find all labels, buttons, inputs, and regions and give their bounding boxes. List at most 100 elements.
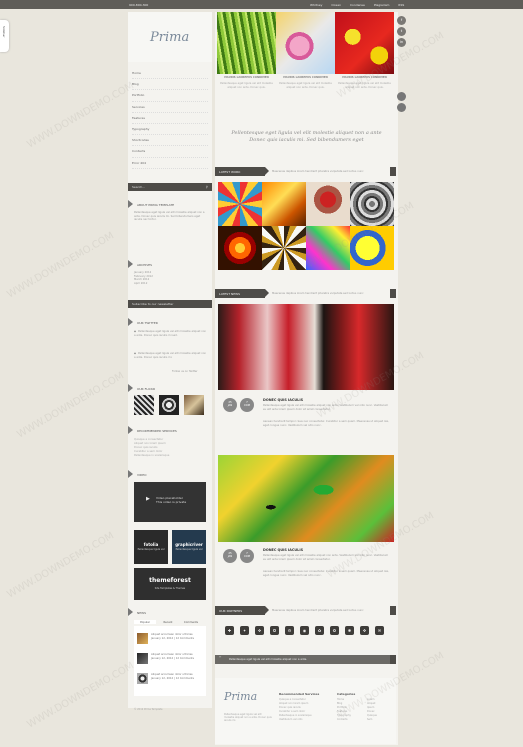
portfolio-thumb[interactable] xyxy=(306,182,350,226)
nav-item[interactable]: Blog xyxy=(132,79,208,91)
slider-next-icon[interactable] xyxy=(397,103,406,112)
partner-icon[interactable]: ✱ xyxy=(345,626,354,635)
top-link[interactable]: Whitney xyxy=(310,3,322,7)
archives-widget-title: Archives xyxy=(128,260,212,269)
portfolio-thumb[interactable] xyxy=(350,182,394,226)
tab-popular[interactable]: Popular xyxy=(134,620,156,624)
ad-banner-themeforest[interactable]: themeforest Site Templates & Themes xyxy=(134,568,206,600)
partner-icon[interactable]: ⚙ xyxy=(285,626,294,635)
news-meta: January 12, 2012 | 12 Comments xyxy=(151,656,194,660)
post-image[interactable] xyxy=(218,455,394,542)
flickr-thumb[interactable] xyxy=(184,395,204,415)
footer-link[interactable]: Sem xyxy=(367,718,377,722)
nav-item[interactable]: Typography xyxy=(132,124,208,136)
partners-header: Our Partners Maecenas dapibus lorem hend… xyxy=(215,606,396,615)
top-bar: 900-800-300 Whitney Ocean Condense Plagi… xyxy=(0,0,523,9)
partner-icon[interactable]: ✿ xyxy=(315,626,324,635)
footer-logo[interactable]: Prima xyxy=(224,690,257,703)
footer-services-title: Recommended Services xyxy=(279,692,320,696)
post-title[interactable]: Donec quis iaculis xyxy=(263,548,303,552)
section-arrow[interactable] xyxy=(390,606,396,615)
nav-item[interactable]: Portfolio xyxy=(132,90,208,102)
search-icon[interactable]: ⚲ xyxy=(206,185,208,189)
search-input[interactable]: Search... ⚲ xyxy=(128,183,212,191)
news-title: Aliquet accumsan dolor ultricies xyxy=(151,653,193,656)
follow-link[interactable]: Follow us on Twitter xyxy=(172,370,212,374)
nav-item[interactable]: Features xyxy=(132,113,208,124)
partner-icon[interactable]: ✦ xyxy=(240,626,249,635)
top-link[interactable]: Condense xyxy=(350,3,365,7)
top-link[interactable]: RSS xyxy=(398,3,404,7)
play-icon[interactable]: ▶ xyxy=(146,496,150,502)
hero-images xyxy=(217,12,394,74)
section-arrow[interactable] xyxy=(390,289,396,298)
logo[interactable]: Prima xyxy=(128,12,212,62)
top-link[interactable]: Ocean xyxy=(331,3,341,7)
service-link[interactable]: Pellentesque in scelerisque xyxy=(134,454,206,458)
list-item[interactable]: Aliquet accumsan dolor ultricies January … xyxy=(137,652,203,666)
subscribe-placeholder: Subscribe to our newsletter xyxy=(132,302,174,306)
style-switcher-label: Sidebar xyxy=(2,26,6,38)
list-item[interactable]: Aliquet accumsan dolor ultricies January … xyxy=(137,672,203,686)
post-title[interactable]: Donec quis iaculis xyxy=(263,398,303,402)
partner-icon[interactable]: ✉ xyxy=(375,626,384,635)
partner-icon[interactable]: ✚ xyxy=(225,626,234,635)
partner-icon[interactable]: ❖ xyxy=(255,626,264,635)
post-comments-badge[interactable]: 7 COM xyxy=(240,549,254,563)
flickr-thumb[interactable] xyxy=(134,395,154,415)
feature-block: MAURIS LAOREEUS CONDIMEN Pellentesque eg… xyxy=(217,76,276,89)
video-player[interactable]: ▶ Video placeholder This video is privat… xyxy=(134,482,206,522)
portfolio-thumb[interactable] xyxy=(262,226,306,270)
footer-link[interactable]: Vestibulum vel odio xyxy=(279,718,312,722)
tab-recent[interactable]: Recent xyxy=(157,620,179,624)
quote-banner: “ Pellentesque eget ligula vel elit mole… xyxy=(215,655,396,664)
feature-label[interactable]: MAURIS LAOREEUS CONDIMEN xyxy=(335,76,394,79)
slider-prev-icon[interactable] xyxy=(397,92,406,101)
twitter-icon[interactable]: t xyxy=(397,27,406,36)
nav-item[interactable]: Error 404 xyxy=(132,158,208,169)
tab-comments[interactable]: Comments xyxy=(180,620,202,624)
nav-item[interactable]: Shortcodes xyxy=(132,135,208,147)
phone-number: 900-800-300 xyxy=(129,3,149,7)
nav-item[interactable]: Home xyxy=(132,68,208,80)
post-comments-badge[interactable]: 7 COM xyxy=(240,398,254,412)
about-widget-text: Pellentesque eget ligula vel elit molest… xyxy=(134,211,205,222)
partner-icon[interactable]: ✥ xyxy=(360,626,369,635)
nav-item[interactable]: Contacts xyxy=(132,146,208,158)
portfolio-thumb[interactable] xyxy=(262,182,306,226)
portfolio-thumb[interactable] xyxy=(218,182,262,226)
nav-item[interactable]: Services xyxy=(132,102,208,113)
subscribe-input[interactable]: Subscribe to our newsletter xyxy=(128,300,212,308)
hero-image[interactable] xyxy=(217,12,276,74)
hero-image[interactable] xyxy=(335,12,394,74)
archive-link[interactable]: April 2012 xyxy=(134,282,206,286)
section-description: Maecenas dapibus lorem hendrerit pharetr… xyxy=(272,609,364,612)
feature-text: Pellentesque eget ligula vel elit molest… xyxy=(279,82,332,89)
logo-text: Prima xyxy=(150,30,190,45)
feature-label[interactable]: MAURIS LAOREEUS CONDIMEN xyxy=(217,76,276,79)
portfolio-thumb[interactable] xyxy=(218,226,262,270)
portfolio-thumb[interactable] xyxy=(350,226,394,270)
footer-link[interactable]: Contacts xyxy=(337,718,351,722)
section-arrow[interactable] xyxy=(390,167,396,176)
post-comments-label: COM xyxy=(243,404,251,407)
post-image[interactable] xyxy=(218,304,394,390)
partner-icon[interactable]: ✪ xyxy=(270,626,279,635)
post-date-badge: 25 JAN xyxy=(223,549,237,563)
ad-banner-graphicriver[interactable]: graphicriver Pellentesque ligula vel xyxy=(172,530,206,564)
feature-label[interactable]: MAURIS LAOREEUS CONDIMEN xyxy=(276,76,335,79)
hero-image[interactable] xyxy=(276,12,335,74)
flickr-thumb[interactable] xyxy=(159,395,179,415)
portfolio-thumb[interactable] xyxy=(306,226,350,270)
partner-icon[interactable]: ◉ xyxy=(300,626,309,635)
ad-banner-fotolia[interactable]: fotolia Pellentesque ligula vel xyxy=(134,530,168,564)
style-switcher-tab[interactable]: Sidebar xyxy=(0,20,9,52)
banner-arrow[interactable] xyxy=(390,655,396,664)
linkedin-icon[interactable]: in xyxy=(397,38,406,47)
facebook-icon[interactable]: f xyxy=(397,16,406,25)
top-link[interactable]: Plagiarism xyxy=(374,3,390,7)
news-widget-title: News xyxy=(128,608,212,617)
flickr-gallery xyxy=(134,395,210,415)
list-item[interactable]: Aliquet accumsan dolor ultricies January … xyxy=(137,632,203,646)
partner-icon[interactable]: ❂ xyxy=(330,626,339,635)
